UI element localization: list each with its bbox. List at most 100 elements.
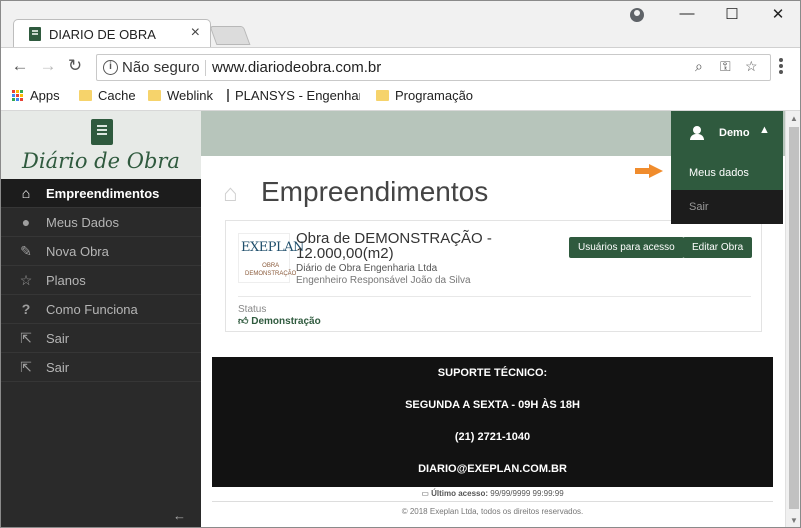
user-icon: ●: [21, 214, 31, 230]
bookmark-programacao[interactable]: Programação: [376, 88, 473, 103]
obra-engineer: Engenheiro Responsável João da Silva: [296, 275, 471, 286]
sidebar-item-meus-dados[interactable]: ● Meus Dados: [1, 208, 201, 237]
tab-title: DIARIO DE OBRA: [49, 27, 156, 42]
share-icon: ⇱: [20, 329, 32, 346]
share-icon: ⇱: [20, 358, 32, 375]
status-badge: 👍︎ Demonstração: [238, 315, 321, 327]
url-text[interactable]: www.diariodeobra.com.br: [212, 59, 381, 76]
new-tab-button[interactable]: [209, 26, 251, 45]
sidebar-item-nova-obra[interactable]: ✎ Nova Obra: [1, 237, 201, 266]
dropdown-item-sair[interactable]: Sair: [671, 190, 783, 224]
user-name: Demo: [719, 127, 750, 139]
bookmark-plansys[interactable]: PLANSYS - Engenhar: [227, 88, 360, 103]
brand-name: Diário de Obra: [22, 149, 180, 173]
security-label[interactable]: Não seguro: [122, 59, 200, 76]
zoom-icon[interactable]: ⌕: [695, 58, 703, 75]
notebook-logo-icon: [91, 119, 113, 145]
collapse-sidebar-icon[interactable]: ←: [173, 508, 186, 523]
scroll-thumb[interactable]: [789, 127, 799, 509]
last-access-value: 99/99/9999 99:99:99: [490, 489, 564, 498]
folder-icon: [79, 90, 92, 101]
sidebar-item-label: Planos: [46, 272, 86, 288]
bookmark-weblink[interactable]: Weblink: [148, 88, 213, 103]
browser-tab[interactable]: DIARIO DE OBRA ×: [13, 19, 211, 48]
obra-name[interactable]: Obra de DEMONSTRAÇÃO - 12.000,00(m2): [296, 231, 496, 261]
back-arrow-icon[interactable]: ←: [10, 56, 30, 76]
pointer-arrow-icon: [635, 164, 663, 178]
page-icon: [227, 89, 229, 102]
last-access: ▭ Último acesso: 99/99/9999 99:99:99: [212, 489, 773, 498]
support-panel: SUPORTE TÉCNICO: SEGUNDA A SEXTA - 09H À…: [212, 357, 773, 487]
sidebar-item-sair[interactable]: ⇱ Sair: [1, 324, 201, 353]
scroll-up-icon[interactable]: ▲: [790, 114, 798, 123]
users-access-button[interactable]: Usuários para acesso: [569, 237, 684, 258]
edit-obra-button[interactable]: Editar Obra: [683, 237, 753, 258]
obra-logo[interactable]: EXEPLAN OBRA DEMONSTRAÇÃO: [238, 233, 304, 283]
browser-window: DIARIO DE OBRA × — ☐ ✕ ← → ↻ i Não segur…: [0, 0, 801, 528]
support-hours: SEGUNDA A SEXTA - 09H ÀS 18H: [405, 399, 580, 411]
bookmark-label: Weblink: [167, 88, 214, 103]
tab-strip: DIARIO DE OBRA × — ☐ ✕: [1, 1, 800, 48]
account-icon[interactable]: [630, 8, 644, 22]
sidebar: Diário de Obra ⌂ Empreendimentos ● Meus …: [1, 111, 201, 527]
sidebar-menu: ⌂ Empreendimentos ● Meus Dados ✎ Nova Ob…: [1, 179, 201, 382]
apps-grid-icon: [12, 89, 24, 102]
support-title: SUPORTE TÉCNICO:: [437, 367, 548, 379]
bookmark-label: Cache: [98, 88, 136, 103]
star-icon: ☆: [19, 271, 33, 288]
bookmark-label: Programação: [395, 88, 474, 103]
logo-text: EXEPLAN: [241, 240, 304, 255]
chevron-up-icon: ▲: [759, 124, 770, 136]
dropdown-item-meus-dados[interactable]: Meus dados: [671, 156, 783, 190]
home-icon: ⌂: [223, 180, 238, 207]
copyright: © 2018 Exeplan Ltda, todos os direitos r…: [401, 507, 584, 516]
sidebar-item-empreendimentos[interactable]: ⌂ Empreendimentos: [1, 179, 201, 208]
sidebar-item-planos[interactable]: ☆ Planos: [1, 266, 201, 295]
status-value: Demonstração: [251, 316, 321, 327]
reload-icon[interactable]: ↻: [65, 56, 85, 76]
bookmarks-bar: Apps Cache Weblink PLANSYS - Engenhar Pr…: [1, 84, 800, 111]
close-tab-icon[interactable]: ×: [191, 24, 200, 42]
browser-toolbar: ← → ↻ i Não seguro www.diariodeobra.com.…: [1, 47, 800, 84]
logo-subtitle: OBRA DEMONSTRAÇÃO: [245, 263, 297, 277]
minimize-icon[interactable]: —: [672, 5, 702, 22]
bookmark-label: Apps: [30, 88, 60, 103]
bookmark-label: PLANSYS - Engenhar: [235, 88, 360, 103]
address-bar[interactable]: i Não seguro www.diariodeobra.com.br ⌕ ⚿…: [96, 54, 771, 81]
sidebar-item-label: Meus Dados: [46, 214, 119, 230]
sidebar-item-sair-2[interactable]: ⇱ Sair: [1, 353, 201, 382]
edit-icon: ✎: [20, 242, 32, 259]
footer-divider: [212, 501, 773, 502]
bookmark-apps[interactable]: Apps: [12, 88, 60, 103]
browser-menu-icon[interactable]: [779, 58, 783, 62]
sidebar-item-label: Empreendimentos: [46, 185, 160, 201]
scroll-down-icon[interactable]: ▼: [790, 516, 798, 525]
brand-logo[interactable]: Diário de Obra: [1, 111, 201, 179]
key-icon[interactable]: ⚿: [720, 58, 731, 75]
status-label: Status: [238, 304, 267, 315]
home-icon: ⌂: [21, 185, 31, 201]
web-page: Diário de Obra ⌂ Empreendimentos ● Meus …: [1, 111, 800, 527]
forward-arrow-icon[interactable]: →: [38, 56, 58, 76]
support-email[interactable]: DIARIO@EXEPLAN.COM.BR: [212, 463, 773, 475]
bookmark-star-icon[interactable]: ☆: [745, 58, 758, 75]
thumbs-up-icon: 👍︎: [238, 316, 249, 327]
obra-card: EXEPLAN OBRA DEMONSTRAÇÃO Obra de DEMONS…: [225, 220, 762, 332]
maximize-icon[interactable]: ☐: [717, 5, 747, 23]
user-menu-toggle[interactable]: Demo ▲: [671, 111, 783, 156]
info-icon[interactable]: i: [103, 60, 118, 75]
page-title: Empreendimentos: [261, 176, 489, 207]
page-scrollbar[interactable]: ▲ ▼: [785, 111, 800, 527]
folder-icon: [376, 90, 389, 101]
question-icon: ?: [21, 301, 31, 317]
sidebar-item-label: Sair: [46, 330, 70, 346]
notebook-favicon-icon: [29, 27, 41, 41]
last-access-label: Último acesso:: [431, 489, 489, 498]
folder-icon: [148, 90, 161, 101]
sidebar-item-como-funciona[interactable]: ? Como Funciona: [1, 295, 201, 324]
support-phone: (21) 2721-1040: [454, 431, 531, 443]
close-window-icon[interactable]: ✕: [763, 5, 793, 23]
monitor-icon: ▭: [421, 489, 429, 498]
card-divider: [238, 296, 751, 297]
bookmark-cache[interactable]: Cache: [79, 88, 136, 103]
